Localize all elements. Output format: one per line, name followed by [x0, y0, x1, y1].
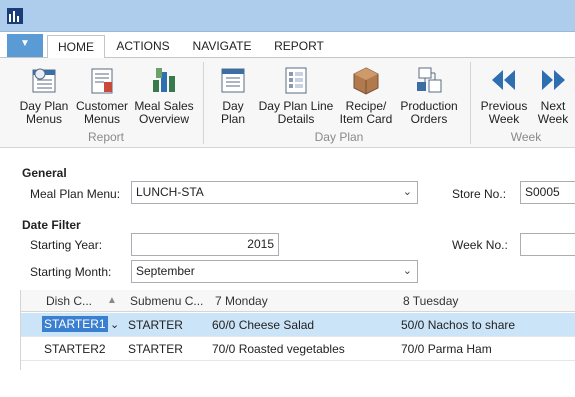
- week-no-label: Week No.:: [452, 238, 508, 252]
- chevron-down-icon: ▼: [20, 38, 30, 49]
- next-week-button[interactable]: Next Week: [533, 64, 573, 126]
- ribbon-separator: [203, 62, 204, 144]
- line-details-icon: [280, 64, 312, 96]
- starting-month-label: Starting Month:: [30, 265, 112, 279]
- tab-navigate[interactable]: NAVIGATE: [186, 35, 258, 58]
- chevron-down-icon: ⌄: [402, 265, 412, 277]
- chevron-down-icon[interactable]: ⌄: [110, 318, 119, 331]
- customer-menus-label-2: Menus: [83, 112, 121, 126]
- starting-year-field[interactable]: 2015: [131, 233, 279, 256]
- recipe-item-card-button[interactable]: Recipe/ Item Card: [337, 64, 395, 126]
- group-label-week: Week: [510, 130, 542, 144]
- customer-menu-icon: [86, 64, 118, 96]
- group-label-day-plan: Day Plan: [314, 130, 364, 144]
- day-plan-icon: [217, 64, 249, 96]
- store-no-label: Store No.:: [452, 187, 507, 201]
- previous-week-label-2: Week: [488, 112, 520, 126]
- tab-report[interactable]: REPORT: [268, 35, 330, 58]
- application-menu-button[interactable]: ▼: [7, 34, 43, 57]
- tuesday-cell[interactable]: 70/0 Parma Ham: [401, 342, 492, 356]
- double-arrow-left-icon: [488, 64, 520, 96]
- starting-month-value: September: [136, 264, 195, 278]
- meal-plan-menu-dropdown[interactable]: LUNCH-STA ⌄: [131, 181, 418, 204]
- starting-year-label: Starting Year:: [30, 238, 103, 252]
- monday-cell[interactable]: 60/0 Cheese Salad: [212, 318, 314, 332]
- calendar-list-icon: [28, 64, 60, 96]
- customer-menus-button[interactable]: Customer Menus: [73, 64, 131, 126]
- table-row[interactable]: STARTER2 STARTER 70/0 Roasted vegetables…: [20, 337, 575, 360]
- app-logo-icon: [7, 8, 23, 24]
- dish-code-cell[interactable]: STARTER1: [42, 316, 108, 332]
- meal-plan-menu-value: LUNCH-STA: [136, 185, 204, 199]
- ribbon: Day Plan Menus Customer Menus Meal Sales…: [0, 58, 575, 148]
- production-orders-label-2: Orders: [410, 112, 448, 126]
- dish-code-cell[interactable]: STARTER2: [44, 342, 106, 356]
- meal-sales-overview-label-2: Overview: [138, 112, 189, 126]
- box-icon: [350, 64, 382, 96]
- bar-chart-icon: [148, 64, 180, 96]
- week-no-field[interactable]: [520, 233, 575, 256]
- submenu-code-cell: STARTER: [128, 342, 183, 356]
- title-bar: [0, 0, 575, 32]
- recipe-item-card-label-2: Item Card: [339, 112, 393, 126]
- production-orders-icon: [413, 64, 445, 96]
- next-week-label-2: Week: [537, 112, 569, 126]
- monday-cell[interactable]: 70/0 Roasted vegetables: [212, 342, 345, 356]
- day-plan-menus-button[interactable]: Day Plan Menus: [16, 64, 72, 126]
- grid-left-border: [20, 290, 21, 370]
- row-divider: [20, 360, 575, 361]
- starting-month-dropdown[interactable]: September ⌄: [131, 260, 418, 283]
- day-plan-button[interactable]: Day Plan: [213, 64, 253, 126]
- section-title-date-filter: Date Filter: [22, 218, 81, 232]
- meal-plan-menu-label: Meal Plan Menu:: [30, 187, 121, 201]
- group-label-report: Report: [87, 130, 125, 144]
- sort-ascending-icon[interactable]: ▲: [107, 295, 117, 306]
- column-header-submenu-code[interactable]: Submenu C...: [130, 294, 203, 308]
- tuesday-cell[interactable]: 50/0 Nachos to share: [401, 318, 515, 332]
- day-plan-line-details-button[interactable]: Day Plan Line Details: [257, 64, 335, 126]
- meal-sales-overview-button[interactable]: Meal Sales Overview: [133, 64, 195, 126]
- day-plan-line-details-label-2: Details: [277, 112, 315, 126]
- production-orders-button[interactable]: Production Orders: [397, 64, 461, 126]
- ribbon-tab-bar: ▼ HOME ACTIONS NAVIGATE REPORT: [0, 33, 575, 59]
- column-header-monday[interactable]: 7 Monday: [215, 294, 268, 308]
- day-plan-grid: Dish C... ▲ Submenu C... 7 Monday 8 Tues…: [20, 290, 575, 397]
- column-header-tuesday[interactable]: 8 Tuesday: [403, 294, 458, 308]
- previous-week-button[interactable]: Previous Week: [477, 64, 531, 126]
- tab-actions[interactable]: ACTIONS: [111, 35, 175, 58]
- column-header-dish-code[interactable]: Dish C...: [46, 294, 92, 308]
- submenu-code-cell: STARTER: [128, 318, 183, 332]
- day-plan-label-2: Plan: [220, 112, 246, 126]
- starting-year-value: 2015: [247, 237, 274, 251]
- chevron-down-icon: ⌄: [402, 186, 412, 198]
- day-plan-menus-label-2: Menus: [25, 112, 63, 126]
- tab-home[interactable]: HOME: [47, 35, 105, 59]
- section-title-general: General: [22, 166, 67, 180]
- store-no-field[interactable]: S0005: [520, 181, 575, 204]
- table-row[interactable]: STARTER1 ⌄ STARTER 60/0 Cheese Salad 50/…: [20, 313, 575, 336]
- ribbon-separator: [470, 62, 471, 144]
- double-arrow-right-icon: [537, 64, 569, 96]
- grid-header: Dish C... ▲ Submenu C... 7 Monday 8 Tues…: [20, 290, 575, 312]
- store-no-value: S0005: [525, 185, 560, 199]
